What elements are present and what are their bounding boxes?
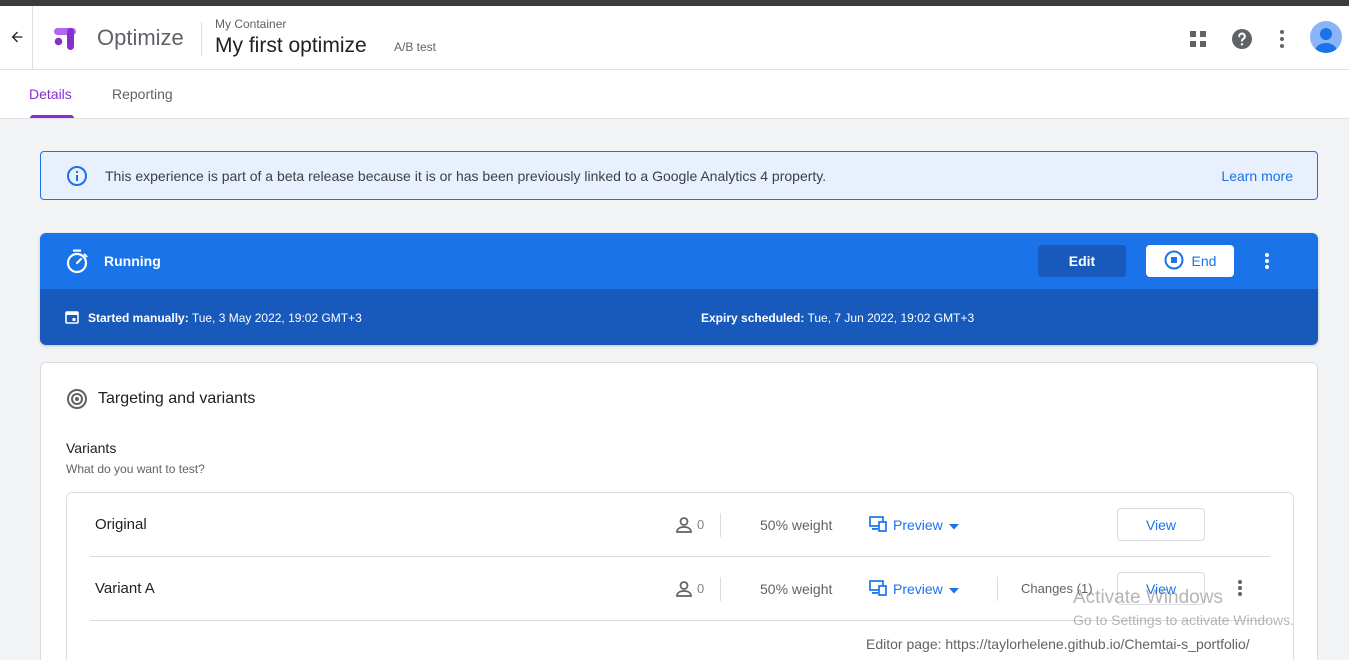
variant-name: Variant A: [95, 580, 155, 597]
app-name[interactable]: Optimize: [97, 25, 184, 51]
tab-reporting[interactable]: Reporting: [112, 86, 173, 102]
variant-name: Original: [95, 516, 147, 533]
variant-weight[interactable]: 50% weight: [760, 517, 832, 533]
stop-circle-icon: [1164, 250, 1184, 273]
dropdown-arrow-icon: [948, 517, 959, 533]
view-button[interactable]: View: [1117, 508, 1205, 541]
beta-info-banner: This experience is part of a beta releas…: [40, 151, 1318, 200]
preview-label: Preview: [893, 517, 943, 533]
banner-text: This experience is part of a beta releas…: [105, 168, 827, 184]
app-header: Optimize My Container My first optimize …: [0, 6, 1349, 70]
device-preview-icon: [869, 515, 887, 535]
experience-title: My first optimize: [215, 34, 367, 57]
started-key: Started manually:: [88, 311, 189, 325]
header-vertical-divider: [201, 22, 202, 56]
preview-button[interactable]: Preview: [869, 578, 959, 600]
variants-subtitle: What do you want to test?: [66, 462, 205, 476]
status-label: Running: [104, 253, 161, 269]
expiry-info: Expiry scheduled: Tue, 7 Jun 2022, 19:02…: [701, 311, 974, 325]
device-preview-icon: [869, 579, 887, 599]
header-divider: [32, 6, 33, 70]
status-more-icon[interactable]: [1256, 250, 1278, 272]
target-icon: [66, 388, 88, 410]
status-header: Running Edit End: [40, 233, 1318, 289]
variant-session-count: 0: [697, 581, 705, 596]
preview-label: Preview: [893, 581, 943, 597]
info-icon: [66, 165, 88, 187]
card-title: Targeting and variants: [98, 390, 256, 407]
row-divider: [997, 577, 998, 601]
container-label: My Container: [215, 17, 287, 31]
calendar-icon: [65, 310, 79, 324]
active-tab-indicator: [30, 115, 74, 118]
edit-button[interactable]: Edit: [1038, 245, 1126, 277]
learn-more-link[interactable]: Learn more: [1221, 168, 1293, 184]
apps-grid-icon[interactable]: [1185, 26, 1211, 52]
started-info: Started manually: Tue, 3 May 2022, 19:02…: [88, 311, 362, 325]
row-divider: [720, 577, 721, 601]
started-value: Tue, 3 May 2022, 19:02 GMT+3: [188, 311, 362, 325]
windows-watermark-title: Activate Windows: [1073, 587, 1223, 608]
tab-details[interactable]: Details: [29, 86, 72, 102]
help-icon[interactable]: [1229, 26, 1255, 52]
status-schedule: Started manually: Tue, 3 May 2022, 19:02…: [40, 289, 1318, 345]
variant-row: Original 0 50% weight Preview View: [90, 493, 1270, 557]
variant-session-count: 0: [697, 517, 705, 532]
timer-icon: [64, 248, 90, 274]
variant-weight[interactable]: 50% weight: [760, 581, 832, 597]
dropdown-arrow-icon: [948, 581, 959, 597]
experience-type: A/B test: [394, 40, 437, 54]
variants-list: Original 0 50% weight Preview View Varia…: [66, 492, 1294, 660]
windows-watermark-subtitle: Go to Settings to activate Windows.: [1073, 612, 1294, 628]
more-vert-icon[interactable]: [1269, 26, 1295, 52]
account-avatar-icon[interactable]: [1310, 21, 1342, 53]
experience-status-panel: Running Edit End Started manually: Tue, …: [40, 233, 1318, 345]
variants-title: Variants: [66, 440, 117, 456]
optimize-logo-icon[interactable]: [50, 24, 80, 54]
expiry-key: Expiry scheduled:: [701, 311, 805, 325]
person-icon: [674, 515, 694, 535]
person-icon: [674, 579, 694, 599]
tab-bar: Details Reporting: [0, 70, 1349, 119]
end-button-label: End: [1191, 253, 1217, 269]
variant-more-icon[interactable]: [1229, 577, 1251, 599]
back-arrow-icon[interactable]: [6, 26, 28, 48]
editor-page-url: Editor page: https://taylorhelene.github…: [866, 636, 1250, 652]
expiry-value: Tue, 7 Jun 2022, 19:02 GMT+3: [804, 311, 975, 325]
row-divider: [720, 513, 721, 537]
end-button[interactable]: End: [1146, 245, 1234, 277]
preview-button[interactable]: Preview: [869, 514, 959, 536]
